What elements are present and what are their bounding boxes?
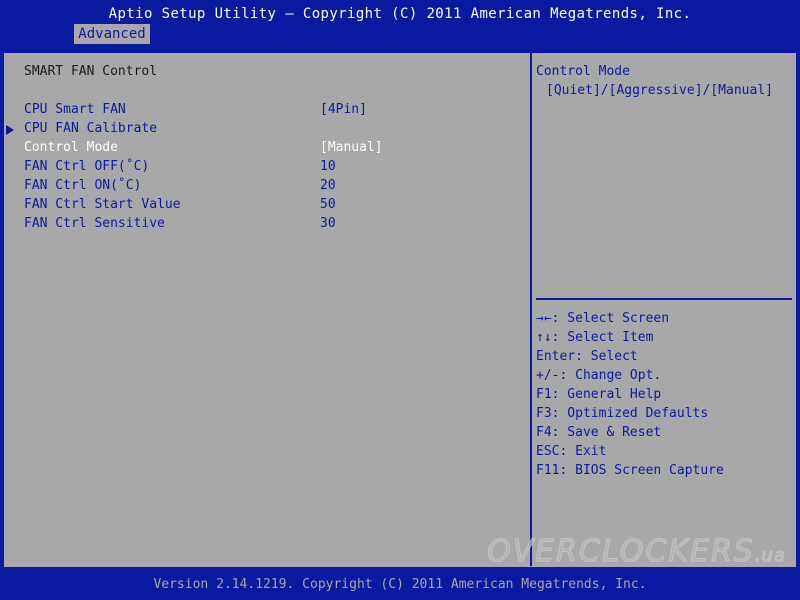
item-fan-ctrl-off[interactable]: FAN Ctrl OFF(˚C) <box>24 158 149 176</box>
tab-advanced[interactable]: Advanced <box>74 24 150 44</box>
value-cpu-smart-fan[interactable]: [4Pin] <box>320 101 367 119</box>
panel-divider-vertical <box>530 52 532 566</box>
watermark-logo: OVERCLOCKERS.ua <box>487 534 786 570</box>
value-fan-ctrl-sensitive[interactable]: 30 <box>320 215 336 233</box>
key-bios-screen-capture: F11: BIOS Screen Capture <box>536 463 724 478</box>
key-change-opt: +/-: Change Opt. <box>536 368 662 383</box>
item-control-mode[interactable]: Control Mode <box>24 139 118 157</box>
bios-screen: Aptio Setup Utility – Copyright (C) 2011… <box>0 0 800 600</box>
item-cpu-fan-calibrate[interactable]: CPU FAN Calibrate <box>24 120 157 138</box>
footer-version: Version 2.14.1219. Copyright (C) 2011 Am… <box>153 577 647 592</box>
watermark-suffix: .ua <box>754 545 786 567</box>
watermark-text: OVERCLOCKERS <box>487 534 755 570</box>
key-general-help: F1: General Help <box>536 387 662 402</box>
value-control-mode[interactable]: [Manual] <box>320 139 383 157</box>
key-select-item: ↑↓: Select Item <box>536 330 654 345</box>
key-exit: ESC: Exit <box>536 444 607 459</box>
item-fan-ctrl-on[interactable]: FAN Ctrl ON(˚C) <box>24 177 141 195</box>
item-cpu-smart-fan[interactable]: CPU Smart FAN <box>24 101 126 119</box>
item-fan-ctrl-sensitive[interactable]: FAN Ctrl Sensitive <box>24 215 165 233</box>
help-title: Control Mode <box>536 64 630 79</box>
key-select-screen: →←: Select Screen <box>536 311 670 326</box>
key-enter-select: Enter: Select <box>536 349 638 364</box>
value-fan-ctrl-on[interactable]: 20 <box>320 177 336 195</box>
value-fan-ctrl-off[interactable]: 10 <box>320 158 336 176</box>
value-fan-ctrl-start-value[interactable]: 50 <box>320 196 336 214</box>
help-divider-horizontal <box>536 298 792 300</box>
item-fan-ctrl-start-value[interactable]: FAN Ctrl Start Value <box>24 196 181 214</box>
section-title: SMART FAN Control <box>24 64 158 79</box>
key-save-reset: F4: Save & Reset <box>536 425 662 440</box>
submenu-arrow-icon <box>6 125 14 135</box>
title-bar: Aptio Setup Utility – Copyright (C) 2011… <box>0 0 800 44</box>
app-title: Aptio Setup Utility – Copyright (C) 2011… <box>108 6 692 22</box>
help-options: [Quiet]/[Aggressive]/[Manual] <box>546 83 773 98</box>
key-optimized-defaults: F3: Optimized Defaults <box>536 406 709 421</box>
